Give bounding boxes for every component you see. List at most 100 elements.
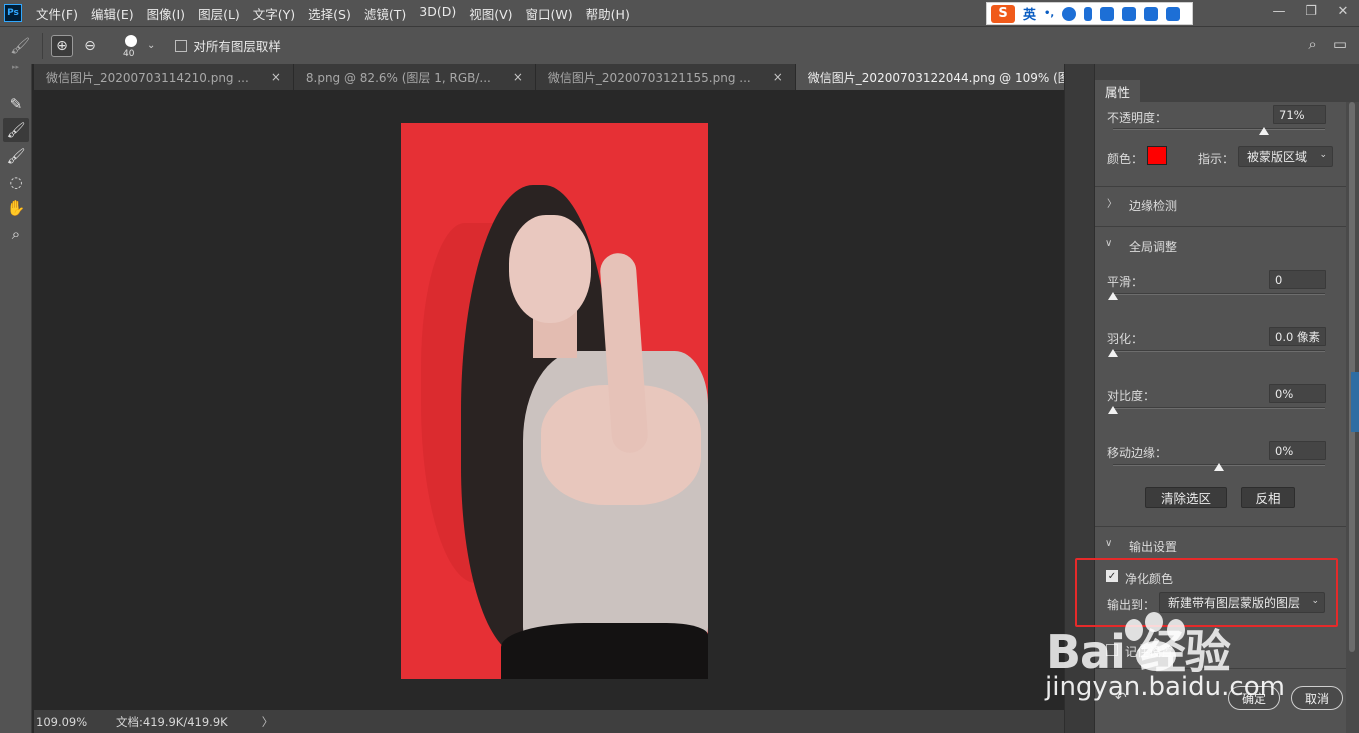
edge-detection-header[interactable]: 边缘检测 [1129,197,1177,214]
ime-toolbar[interactable]: S 英 •, [986,2,1193,25]
smooth-slider[interactable] [1113,293,1325,295]
hand-tool-icon[interactable]: ✋ [3,196,29,220]
tab-close-icon[interactable]: × [271,70,281,84]
opacity-field[interactable]: 71% [1273,105,1326,124]
toolbox-icon[interactable] [1122,6,1137,21]
close-icon[interactable]: ✕ [1327,0,1359,22]
shift-edge-slider-thumb[interactable] [1214,463,1224,471]
microphone-icon[interactable] [1084,6,1093,21]
menu-3d[interactable]: 3D(D) [419,4,456,23]
document-tab[interactable]: 微信图片_20200703114210.png ... × [34,64,294,90]
workspace-icon[interactable]: ▭ [1333,35,1347,53]
status-bar: 109.09% 文档:419.9K/419.9K 〉 [34,710,1064,733]
refine-edge-brush-icon[interactable]: 🖌 [10,36,34,56]
brush-size-value: 40 [123,48,135,59]
opacity-slider-thumb[interactable] [1258,127,1269,135]
tab-close-icon[interactable]: × [513,70,523,84]
window-controls: — ❐ ✕ [1263,0,1359,26]
tab-title: 微信图片_20200703121155.png ... [547,70,751,85]
indicate-label: 指示： [1198,152,1235,166]
refine-edge-brush-tool-icon[interactable]: 🖌 [3,118,29,142]
restore-icon[interactable]: ❐ [1295,0,1327,22]
document-size: 文档:419.9K/419.9K [116,714,228,729]
menu-filter[interactable]: 滤镜(T) [364,4,406,23]
contrast-slider[interactable] [1113,407,1325,409]
canvas-area[interactable] [34,90,1064,710]
contrast-slider-thumb[interactable] [1108,406,1118,414]
brush-tool-icon[interactable]: 🖌 [3,144,29,168]
sample-all-layers-label: 对所有图层取样 [193,39,281,54]
smooth-slider-thumb[interactable] [1108,292,1118,300]
options-divider [42,32,43,59]
feather-slider-thumb[interactable] [1108,349,1118,357]
menu-layer[interactable]: 图层(L) [198,4,240,23]
photo-face [509,215,591,323]
clear-selection-button[interactable]: 清除选区 [1145,487,1227,508]
contrast-field[interactable]: 0% [1269,384,1326,403]
output-settings-header[interactable]: 输出设置 [1129,538,1177,555]
menu-items: 文件(F) 编辑(E) 图像(I) 图层(L) 文字(Y) 选择(S) 滤镜(T… [36,4,643,23]
opacity-label: 不透明度： [1107,111,1168,125]
keyboard-icon[interactable] [1100,6,1115,21]
menu-window[interactable]: 窗口(W) [526,4,573,23]
opacity-slider[interactable] [1113,128,1325,130]
feather-field[interactable]: 0.0 像素 [1269,327,1326,346]
minimize-icon[interactable]: — [1263,0,1295,22]
watermark-url: jingyan.baidu.com [1045,672,1285,702]
menu-type[interactable]: 文字(Y) [253,4,295,23]
tab-title: 8.png @ 82.6% (图层 1, RGB/... [305,70,491,85]
smooth-field[interactable]: 0 [1269,270,1326,289]
photo-legs [501,623,708,679]
feather-label: 羽化： [1107,332,1144,346]
properties-tab[interactable]: 属性 [1095,80,1141,102]
zoom-level[interactable]: 109.09% [36,715,116,729]
invert-button[interactable]: 反相 [1241,487,1295,508]
document-tab[interactable]: 8.png @ 82.6% (图层 1, RGB/... × [294,64,536,90]
lasso-tool-icon[interactable]: ◌ [3,170,29,194]
menu-bar: Ps 文件(F) 编辑(E) 图像(I) 图层(L) 文字(Y) 选择(S) 滤… [0,0,1359,26]
global-refine-header[interactable]: 全局调整 [1129,238,1177,255]
menu-edit[interactable]: 编辑(E) [91,4,134,23]
subtract-from-selection-icon[interactable]: ⊖ [79,35,101,57]
menu-image[interactable]: 图像(I) [147,4,185,23]
divider [1095,226,1347,227]
skin-icon[interactable] [1144,6,1159,21]
brush-size-picker[interactable]: 40 [119,31,147,61]
status-menu-arrow-icon[interactable]: 〉 [262,714,274,730]
menu-help[interactable]: 帮助(H) [586,4,630,23]
chevron-right-icon[interactable]: 〉 [1107,195,1117,210]
ime-language[interactable]: 英 [1023,4,1036,23]
cancel-button[interactable]: 取消 [1291,686,1343,710]
zoom-tool-icon[interactable]: ⌕ [3,222,29,246]
feather-slider[interactable] [1113,350,1325,352]
menu-file[interactable]: 文件(F) [36,4,78,23]
chevron-down-icon[interactable]: ⌄ [147,40,155,51]
shift-edge-field[interactable]: 0% [1269,441,1326,460]
panel-resize-grip[interactable] [1351,372,1359,432]
chevron-down-icon[interactable]: ∨ [1105,238,1112,249]
brush-preview-icon [125,34,137,47]
document-tab[interactable]: 微信图片_20200703121155.png ... × [536,64,796,90]
photoshop-logo: Ps [4,4,22,22]
tab-close-icon[interactable]: × [773,70,783,84]
panel-grip[interactable]: ▸▸ [0,64,31,71]
document-image[interactable] [401,123,708,679]
divider [1095,186,1347,187]
chevron-down-icon[interactable]: ∨ [1105,538,1112,549]
indicate-dropdown[interactable]: 被蒙版区域 ⌄ [1238,146,1333,167]
options-right-tools: ⌕ ▭ [1308,35,1347,53]
menu-view[interactable]: 视图(V) [469,4,512,23]
ime-punctuation[interactable]: •, [1044,8,1054,19]
mask-color-swatch[interactable] [1147,146,1167,165]
add-to-selection-icon[interactable]: ⊕ [51,34,73,57]
sample-all-layers-checkbox[interactable] [175,39,188,52]
emoji-icon[interactable] [1062,6,1077,21]
apps-grid-icon[interactable] [1166,6,1181,21]
quick-selection-tool-icon[interactable]: ✎ [3,92,29,116]
chevron-down-icon: ⌄ [1319,150,1327,160]
search-icon[interactable]: ⌕ [1308,35,1316,53]
color-label: 颜色： [1107,152,1144,166]
shift-edge-label: 移动边缘： [1107,446,1168,460]
divider [1095,526,1347,527]
menu-select[interactable]: 选择(S) [308,4,351,23]
